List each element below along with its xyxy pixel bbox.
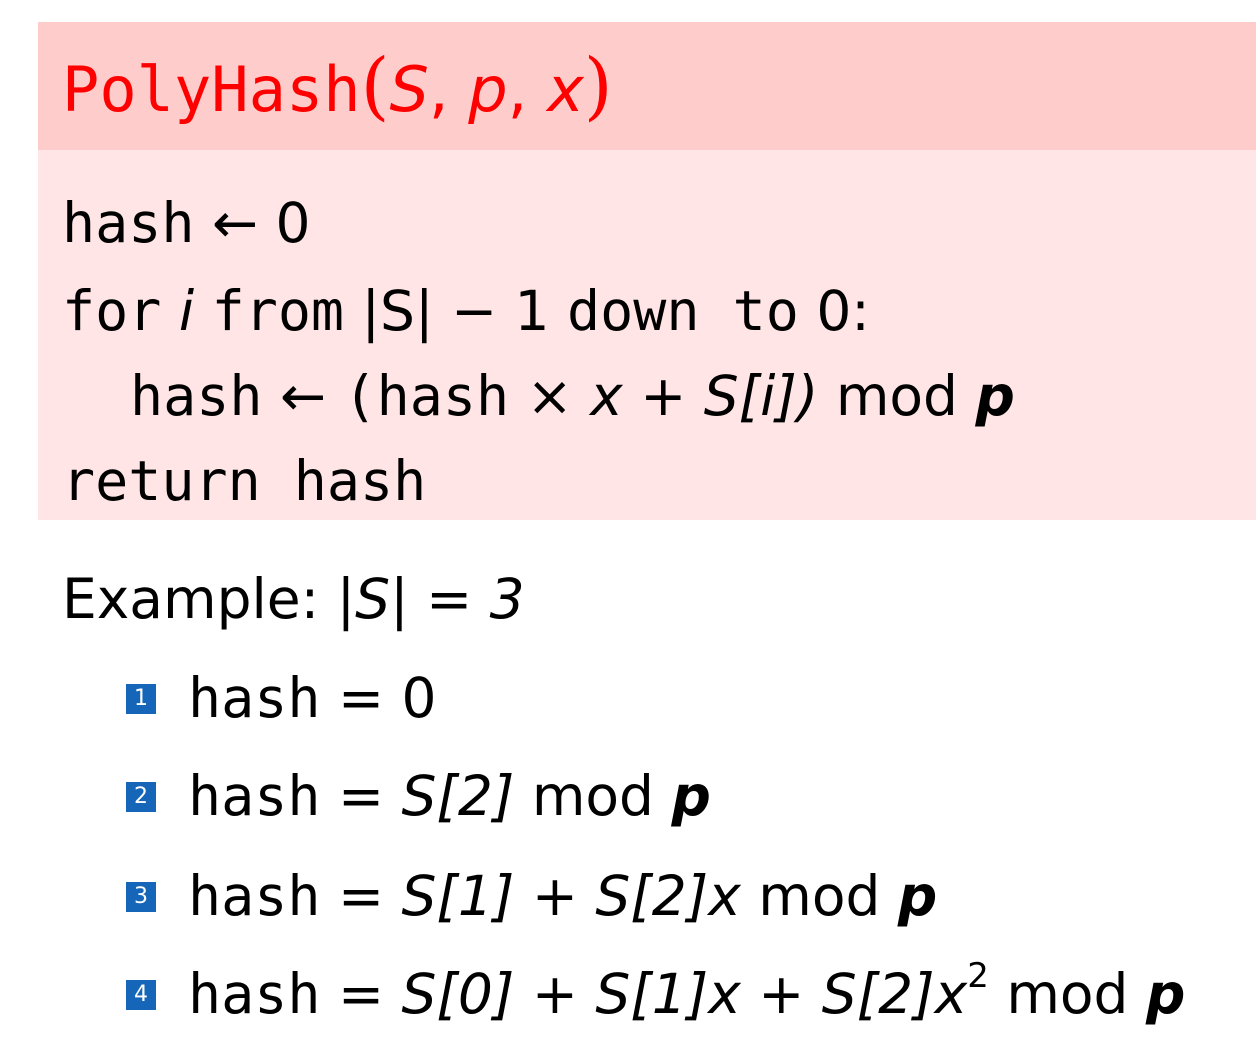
algorithm-body: hash ← 0 for i from |S| − 1 down to 0: h… <box>38 150 1256 520</box>
algorithm-title: PolyHash(S, p, x) <box>62 43 613 129</box>
param-s: S <box>389 53 429 126</box>
pseudocode-line-1: hash ← 0 <box>62 191 311 255</box>
pseudocode-line-4: return hash <box>62 449 427 513</box>
step-number-badge: 3 <box>126 882 156 912</box>
example-heading: Example: |S| = 3 <box>62 567 525 631</box>
pseudocode-line-3: hash ← (hash × x + S[i]) mod p <box>130 364 1015 428</box>
param-x: x <box>547 53 584 126</box>
step-number-badge: 1 <box>126 684 156 714</box>
example-expression: |S| = 3 <box>336 567 525 631</box>
algorithm-header: PolyHash(S, p, x) <box>38 22 1256 150</box>
step-number-badge: 4 <box>126 980 156 1010</box>
algorithm-name: PolyHash <box>62 53 361 126</box>
pseudocode-line-2: for i from |S| − 1 down to 0: <box>62 279 870 343</box>
param-p: p <box>468 53 508 126</box>
step-number-badge: 2 <box>126 782 156 812</box>
